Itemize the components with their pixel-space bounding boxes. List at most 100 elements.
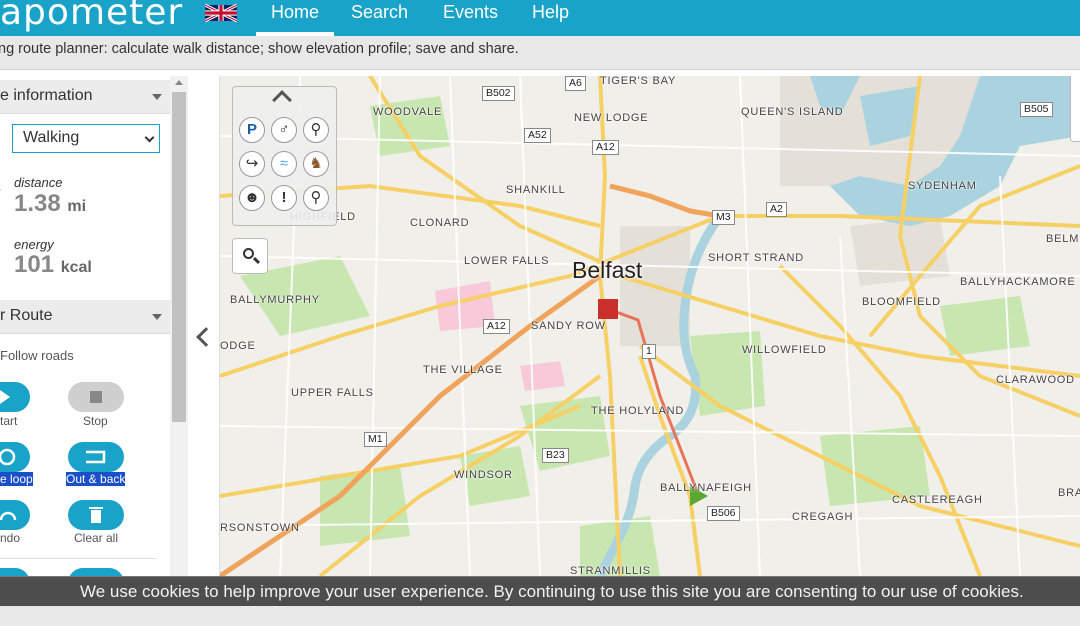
close-loop-button[interactable] <box>0 442 30 472</box>
scroll-up-icon[interactable] <box>175 80 183 85</box>
map-layer-control[interactable] <box>1070 76 1080 142</box>
place-the-holyland: THE HOLYLAND <box>591 405 685 417</box>
group-icon[interactable]: ☻ <box>239 185 265 211</box>
nav-home[interactable]: Home <box>256 0 334 36</box>
follow-roads-option[interactable]: Follow roads <box>0 348 74 363</box>
app-window: apometer Home Search Events Help ng rout… <box>0 0 1080 626</box>
road-sign-b23: B23 <box>542 448 569 463</box>
place-ballynafeigh: BALLYNAFEIGH <box>660 482 752 494</box>
place-clonard: CLONARD <box>410 217 470 229</box>
distance-unit: mi <box>67 198 87 215</box>
distance-expand-icon[interactable] <box>0 186 1 194</box>
map-search-button[interactable] <box>232 238 268 274</box>
nav-search[interactable]: Search <box>351 0 408 36</box>
place-belmont: BELM <box>1046 233 1080 245</box>
stop-button[interactable] <box>68 382 124 412</box>
road-sign-m1: M1 <box>364 432 387 447</box>
nav-help[interactable]: Help <box>532 0 569 36</box>
map-view[interactable]: Belfast TIGER'S BAY WOODVALE NEW LODGE Q… <box>220 76 1080 576</box>
place-willowfield: WILLOWFIELD <box>742 344 827 356</box>
road-sign-b502: B502 <box>482 86 515 101</box>
activity-select[interactable]: Walking <box>12 124 160 153</box>
nav-events[interactable]: Events <box>443 0 498 36</box>
place-bran: BRAN <box>1058 487 1080 499</box>
chevron-down-icon <box>144 132 155 143</box>
chevron-up-icon[interactable] <box>272 90 292 110</box>
motorway-m3 <box>609 183 721 219</box>
cookie-consent-bar: We use cookies to help improve your user… <box>0 576 1080 606</box>
out-and-back-button[interactable] <box>68 442 124 472</box>
road-sign-m3: M3 <box>712 210 735 225</box>
road-sign-a12-north: A12 <box>592 140 619 155</box>
water-icon[interactable]: ≈ <box>271 151 297 177</box>
road-sign-a2: A2 <box>766 202 787 217</box>
chevron-left-icon[interactable] <box>196 327 216 347</box>
place-tigers-bay: TIGER'S BAY <box>600 76 677 87</box>
cookie-notice-text: We use cookies to help improve your user… <box>80 582 1024 601</box>
road-sign-a52: A52 <box>524 128 551 143</box>
undo-label: ndo <box>0 531 21 545</box>
place-queens-island: QUEEN'S ISLAND <box>741 106 844 118</box>
place-sydenham: SYDENHAM <box>908 180 977 192</box>
road-sign-1: 1 <box>642 344 656 359</box>
place-sandy-row: SANDY ROW <box>531 320 606 332</box>
top-navigation-bar: apometer Home Search Events Help <box>0 0 1080 36</box>
uk-flag-icon[interactable] <box>205 3 237 23</box>
road-sign-a12-west: A12 <box>483 319 510 334</box>
place-clarawood: CLARAWOOD <box>996 374 1075 386</box>
route-side-panel: e information Walking distance 1.38 mi e… <box>0 76 188 598</box>
place-shankill: SHANKILL <box>506 184 566 196</box>
location-pin-icon[interactable]: ⚲ <box>303 185 329 211</box>
distance-label: distance <box>14 175 63 190</box>
parking-icon[interactable]: P <box>239 117 265 143</box>
place-cregagh: CREGAGH <box>792 511 854 523</box>
place-the-village: THE VILLAGE <box>423 364 503 376</box>
panel-scrollbar[interactable] <box>170 76 188 576</box>
turn-icon[interactable]: ↪ <box>239 151 265 177</box>
panel-collapse-strip <box>188 76 220 576</box>
divider <box>0 558 156 559</box>
place-ballyhackamore: BALLYHACKAMORE <box>960 276 1076 288</box>
place-bloomfield: BLOOMFIELD <box>862 296 941 308</box>
site-logo[interactable]: apometer <box>0 0 183 33</box>
restaurant-icon[interactable]: ⚲ <box>303 117 329 143</box>
clear-all-button[interactable] <box>68 500 124 530</box>
search-icon <box>243 248 254 259</box>
distance-number: 1.38 <box>14 190 61 217</box>
activity-selected-value: Walking <box>23 129 80 146</box>
place-stranmillis: STRANMILLIS <box>570 565 651 576</box>
scroll-thumb[interactable] <box>172 92 186 422</box>
collapse-caret-icon <box>152 94 162 100</box>
warning-icon[interactable]: ! <box>271 185 297 211</box>
distance-value: 1.38 mi <box>14 190 86 218</box>
start-label: tart <box>0 414 18 428</box>
trash-icon <box>89 507 103 523</box>
road-sign-b505: B505 <box>1020 102 1053 117</box>
horse-icon[interactable]: ♞ <box>303 151 329 177</box>
subtitle-bar: ng route planner: calculate walk distanc… <box>0 36 1080 70</box>
stop-label: Stop <box>83 414 108 428</box>
place-ballymurphy: BALLYMURPHY <box>230 294 320 306</box>
stop-icon <box>90 391 102 403</box>
draw-route-heading[interactable]: r Route <box>0 300 170 334</box>
poi-palette: P ♂ ⚲ ↪ ≈ ♞ ☻ ! ⚲ <box>232 86 337 226</box>
route-information-heading[interactable]: e information <box>0 80 170 114</box>
place-windsor: WINDSOR <box>454 469 513 481</box>
place-short-strand: SHORT STRAND <box>708 252 804 264</box>
road-sign-b506: B506 <box>707 506 740 521</box>
close-loop-label: e loop <box>0 472 33 486</box>
energy-label: energy <box>14 237 54 252</box>
start-button[interactable] <box>0 382 30 412</box>
toilets-icon[interactable]: ♂ <box>271 117 297 143</box>
undo-button[interactable] <box>0 500 30 530</box>
place-upper-falls: UPPER FALLS <box>291 387 374 399</box>
collapse-caret-icon <box>152 314 162 320</box>
undo-icon <box>0 511 17 521</box>
play-icon <box>0 390 10 404</box>
out-and-back-icon <box>86 450 106 464</box>
search-icon-handle <box>252 256 261 265</box>
route-end-marker <box>598 299 618 319</box>
place-lower-falls: LOWER FALLS <box>464 255 550 267</box>
road-sign-a6: A6 <box>565 76 586 91</box>
out-and-back-label: Out & back <box>66 472 126 486</box>
